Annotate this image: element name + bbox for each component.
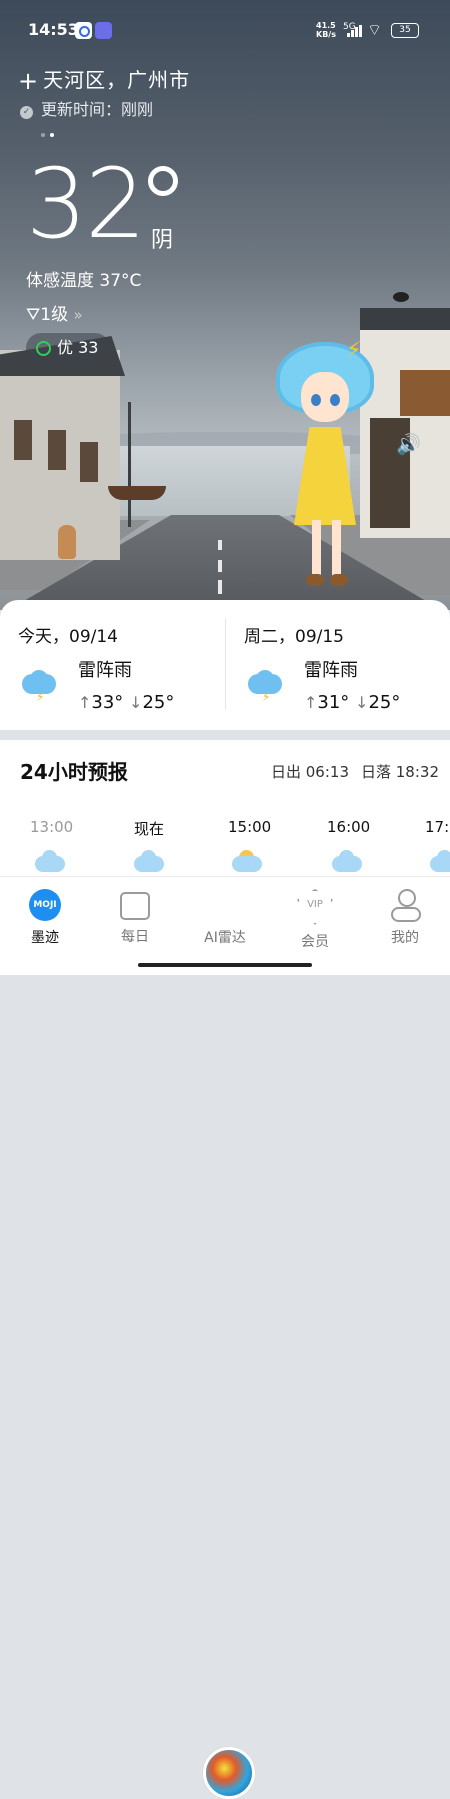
nav-item-vip[interactable]: VIP 会员	[280, 889, 350, 951]
vip-icon: VIP	[297, 889, 333, 925]
sunrise-time: 日出 06:13	[271, 763, 349, 781]
boat	[108, 486, 166, 500]
hour-label: 13:00	[30, 818, 74, 836]
mascot-eye	[311, 394, 321, 406]
hour-label: 17:0	[425, 818, 450, 836]
status-bar: 14:53 41.5 KB/s 5G ⌔ 35	[0, 0, 450, 60]
mascot-shoe	[330, 574, 348, 586]
daily-forecast-card[interactable]: 今天，09/14 ⚡ 雷阵雨 ↑33° ↓25° 周二，09/15 ⚡ 雷阵雨 …	[0, 600, 450, 730]
chevron-right-icon: »	[73, 306, 83, 324]
page-indicator	[41, 122, 59, 141]
radar-icon[interactable]	[203, 1747, 255, 1799]
divider	[225, 618, 226, 710]
nav-item-daily[interactable]: 每日	[100, 889, 170, 946]
wind-text: 1级	[40, 305, 69, 325]
day-condition: 雷阵雨	[304, 660, 358, 681]
thunderstorm-icon: ⚡	[22, 670, 60, 704]
update-time: ✓ 更新时间：刚刚	[20, 96, 153, 120]
wind-icon: ⛛	[26, 305, 41, 325]
day-low: 25°	[368, 692, 401, 713]
house-window	[14, 420, 32, 460]
day-date: 周二，09/15	[244, 627, 344, 647]
moji-icon: MOJI	[29, 889, 61, 921]
cloud-icon	[332, 850, 362, 872]
battery-icon: 35	[391, 23, 419, 38]
wifi-icon: ⌔	[367, 20, 383, 39]
house-wood-panel	[400, 370, 450, 416]
thunderstorm-icon: ⚡	[248, 670, 286, 704]
weather-mascot[interactable]: ⚡	[276, 338, 374, 594]
house-roof	[360, 308, 450, 330]
profile-icon	[389, 889, 421, 922]
cloud-icon	[134, 850, 164, 872]
calendar-icon	[120, 892, 150, 920]
plus-icon[interactable]: +	[18, 67, 39, 95]
home-indicator	[138, 963, 312, 967]
network-rate-unit: KB/s	[316, 30, 336, 39]
house-window	[80, 442, 98, 482]
house-window	[48, 430, 66, 470]
day-date: 今天，09/14	[18, 627, 118, 647]
network-rate-value: 41.5	[316, 21, 336, 30]
mascot-face	[301, 372, 349, 422]
cloud-icon	[430, 850, 450, 872]
nav-item-ai-radar[interactable]: AI雷达	[190, 889, 260, 947]
section-title: 24小时预报	[20, 760, 128, 784]
lane-mark	[218, 560, 222, 572]
hourly-header: 24小时预报 日出 06:13 日落 18:32	[0, 740, 450, 800]
nav-label: AI雷达	[204, 930, 246, 946]
cloud-icon	[35, 850, 65, 872]
feels-like: 体感温度 37°C	[26, 271, 142, 291]
current-temperature: 32	[26, 148, 146, 260]
sun-cloud-icon	[232, 850, 262, 872]
day-temp-range: ↑33° ↓25°	[78, 692, 175, 713]
day-high: 33°	[91, 692, 124, 713]
bird	[393, 292, 409, 302]
signal-icon	[347, 25, 363, 37]
mascot-leg	[312, 520, 321, 580]
wind-level[interactable]: ⛛1级 »	[26, 300, 83, 325]
hour-label: 16:00	[327, 818, 371, 836]
app-notification-icon	[75, 22, 92, 39]
app-notification-icon	[95, 22, 112, 39]
nav-label: 墨迹	[31, 930, 59, 946]
network-rate: 41.5 KB/s	[316, 21, 336, 39]
location-header[interactable]: + 天河区，广州市	[18, 64, 190, 95]
hour-label: 现在	[134, 820, 165, 838]
nav-item-moji[interactable]: MOJI 墨迹	[10, 889, 80, 947]
day-temp-range: ↑31° ↓25°	[304, 692, 401, 713]
update-text: 更新时间：刚刚	[41, 100, 154, 119]
aqi-text: 优 33	[57, 338, 99, 357]
lane-mark	[218, 580, 222, 594]
mascot-eye	[330, 394, 340, 406]
hour-label: 15:00	[228, 818, 272, 836]
mascot-dress	[294, 427, 356, 525]
status-time: 14:53	[28, 20, 79, 39]
mascot-leg	[332, 520, 341, 580]
current-condition: 阴	[151, 228, 174, 253]
aqi-badge[interactable]: 优 33	[26, 333, 111, 363]
day-high: 31°	[317, 692, 350, 713]
cat	[58, 525, 76, 559]
nav-label: 会员	[301, 934, 329, 950]
speaker-icon[interactable]: 🔊	[396, 432, 421, 456]
location-name: 天河区，广州市	[43, 68, 191, 92]
lightning-icon: ⚡	[346, 338, 362, 363]
nav-label: 每日	[121, 929, 149, 945]
degree-icon	[148, 166, 178, 196]
nav-item-me[interactable]: 我的	[370, 889, 440, 947]
mascot-shoe	[306, 574, 324, 586]
lane-mark	[218, 540, 222, 550]
street-lamp	[128, 402, 131, 527]
sunset-time: 日落 18:32	[361, 763, 439, 781]
aqi-ring-icon	[36, 341, 51, 356]
bottom-nav: MOJI 墨迹 每日 AI雷达 VIP 会员 我的	[0, 876, 450, 1799]
day-condition: 雷阵雨	[78, 660, 132, 681]
hourly-forecast[interactable]: 13:00 现在 15:00 16:00 17:0	[0, 800, 450, 880]
nav-label: 我的	[391, 930, 419, 946]
day-low: 25°	[142, 692, 175, 713]
check-icon: ✓	[20, 106, 33, 119]
